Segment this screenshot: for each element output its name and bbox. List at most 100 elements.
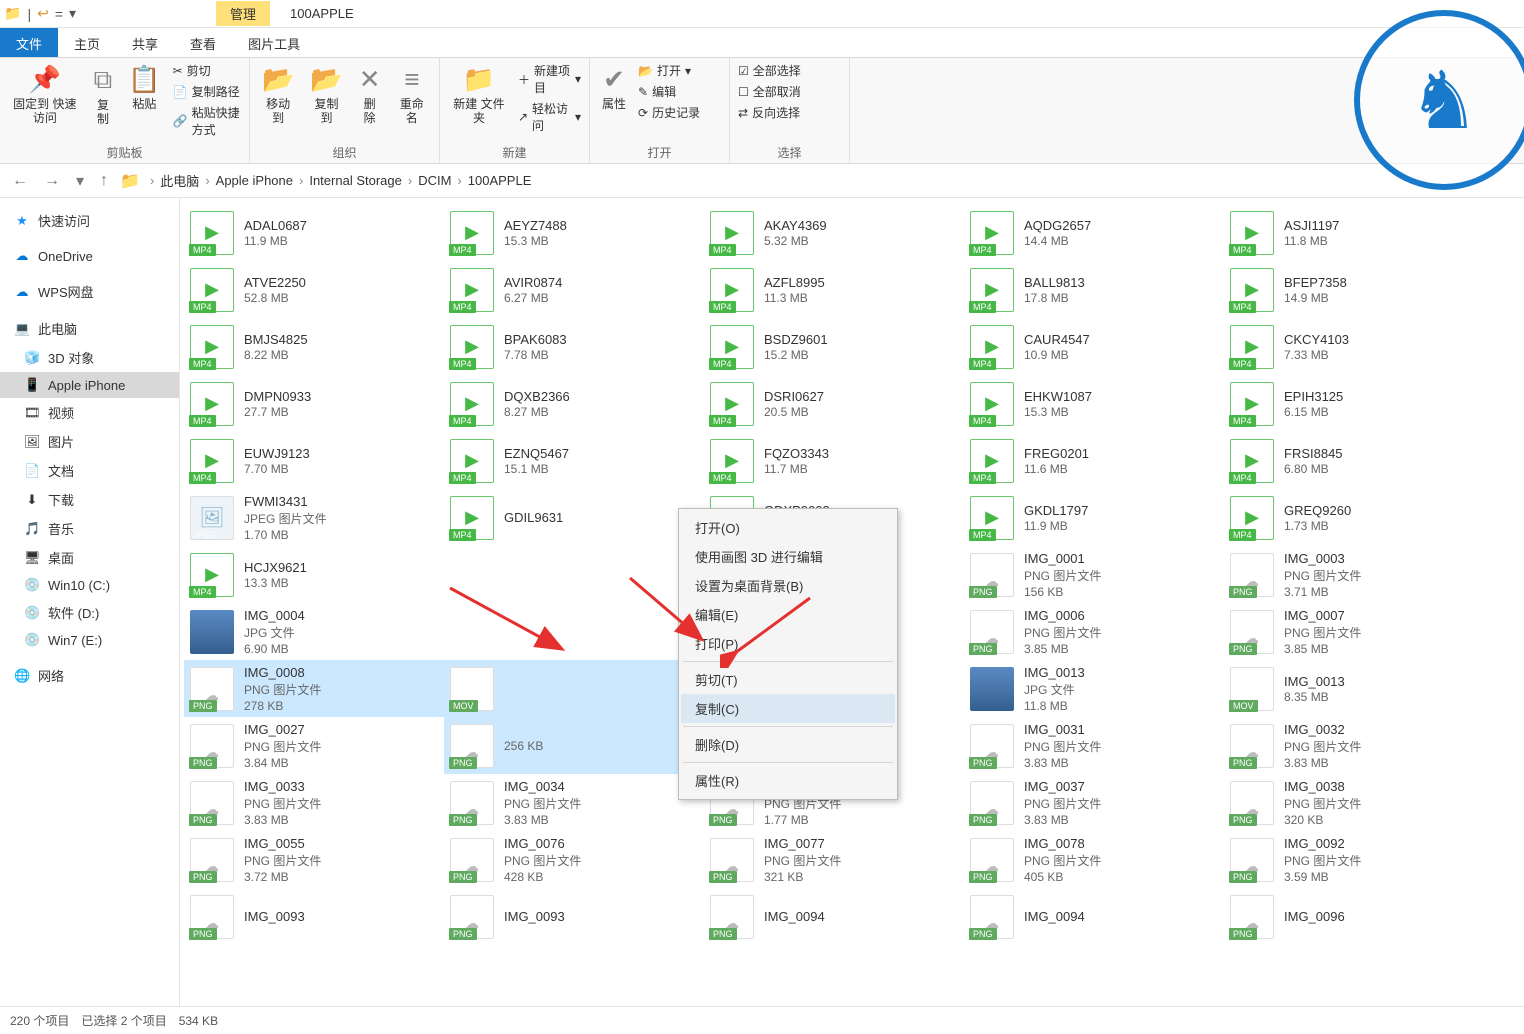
file-item[interactable]: PNG☁IMG_0032PNG 图片文件3.83 MB <box>1224 717 1484 774</box>
nav-forward-icon[interactable]: → <box>40 172 64 190</box>
sidebar-item-10[interactable]: 🎵音乐 <box>0 514 179 543</box>
file-item[interactable]: MP4BALL981317.8 MB <box>964 261 1224 318</box>
select-all-button[interactable]: ☑全部选择 <box>738 62 801 79</box>
edit-button[interactable]: ✎编辑 <box>638 83 700 100</box>
ctx-set-bg[interactable]: 设置为桌面背景(B) <box>681 571 895 600</box>
ctx-edit3d[interactable]: 使用画图 3D 进行编辑 <box>681 542 895 571</box>
file-item[interactable]: PNG☁IMG_0007PNG 图片文件3.85 MB <box>1224 603 1484 660</box>
sidebar-item-0[interactable]: ★快速访问 <box>0 206 179 235</box>
file-item[interactable]: MP4EPIH31256.15 MB <box>1224 375 1484 432</box>
file-item[interactable]: PNG☁IMG_0038PNG 图片文件320 KB <box>1224 774 1484 831</box>
sidebar-item-4[interactable]: 🧊3D 对象 <box>0 343 179 372</box>
ctx-cut[interactable]: 剪切(T) <box>681 665 895 694</box>
file-item[interactable]: MP4DQXB23668.27 MB <box>444 375 704 432</box>
ctx-open[interactable]: 打开(O) <box>681 513 895 542</box>
file-item[interactable]: MP4BPAK60837.78 MB <box>444 318 704 375</box>
file-item[interactable]: MP4CKCY41037.33 MB <box>1224 318 1484 375</box>
file-item[interactable]: MP4BFEP735814.9 MB <box>1224 261 1484 318</box>
move-to-button[interactable]: 📂移动到 <box>258 62 298 128</box>
easy-access-button[interactable]: ↗轻松访问▾ <box>518 100 581 134</box>
nav-back-icon[interactable]: ← <box>8 172 32 190</box>
file-item[interactable]: PNG☁IMG_0001PNG 图片文件156 KB <box>964 546 1224 603</box>
file-item[interactable]: MP4ATVE225052.8 MB <box>184 261 444 318</box>
file-item[interactable]: MP4DSRI062720.5 MB <box>704 375 964 432</box>
file-item[interactable]: PNG☁IMG_0055PNG 图片文件3.72 MB <box>184 831 444 888</box>
file-item[interactable]: MP4EHKW108715.3 MB <box>964 375 1224 432</box>
file-item[interactable]: PNG☁IMG_0096 <box>1224 888 1484 945</box>
breadcrumb-seg-2[interactable]: Internal Storage <box>309 173 402 188</box>
tab-share[interactable]: 共享 <box>116 28 174 57</box>
file-item[interactable]: MP4ADAL068711.9 MB <box>184 204 444 261</box>
file-item[interactable]: IMG_0013JPG 文件11.8 MB <box>964 660 1224 717</box>
ctx-print[interactable]: 打印(P) <box>681 629 895 658</box>
undo-icon[interactable]: ↩ <box>37 5 49 22</box>
invert-selection-button[interactable]: ⇄反向选择 <box>738 104 801 121</box>
open-button[interactable]: 📂打开▾ <box>638 62 700 79</box>
breadcrumb-seg-4[interactable]: 100APPLE <box>468 173 532 188</box>
file-item[interactable]: MOV <box>444 660 704 717</box>
file-item[interactable]: PNG☁IMG_0031PNG 图片文件3.83 MB <box>964 717 1224 774</box>
paste-button[interactable]: 📋粘贴 <box>124 62 164 113</box>
ctx-edit[interactable]: 编辑(E) <box>681 600 895 629</box>
sidebar-item-8[interactable]: 📄文档 <box>0 456 179 485</box>
tab-home[interactable]: 主页 <box>58 28 116 57</box>
file-item[interactable]: MP4CAUR454710.9 MB <box>964 318 1224 375</box>
sidebar-item-3[interactable]: 💻此电脑 <box>0 314 179 343</box>
file-item[interactable]: MP4FQZO334311.7 MB <box>704 432 964 489</box>
sidebar-item-11[interactable]: 🖥桌面 <box>0 543 179 572</box>
sidebar-item-1[interactable]: ☁OneDrive <box>0 243 179 269</box>
new-folder-button[interactable]: 📁新建 文件夹 <box>448 62 510 128</box>
file-item[interactable]: MP4FREG020111.6 MB <box>964 432 1224 489</box>
file-item[interactable]: IMG_0004JPG 文件6.90 MB <box>184 603 444 660</box>
file-item[interactable]: MP4EZNQ546715.1 MB <box>444 432 704 489</box>
file-item[interactable]: MP4GDIL9631 <box>444 489 704 546</box>
file-item[interactable]: PNG☁IMG_0076PNG 图片文件428 KB <box>444 831 704 888</box>
sidebar-item-14[interactable]: 💿Win7 (E:) <box>0 627 179 653</box>
copy-button[interactable]: ⧉复制 <box>90 62 117 129</box>
file-item[interactable]: PNG☁IMG_0003PNG 图片文件3.71 MB <box>1224 546 1484 603</box>
redo-icon[interactable]: = <box>55 6 63 22</box>
file-item[interactable]: PNG☁IMG_0006PNG 图片文件3.85 MB <box>964 603 1224 660</box>
copy-to-button[interactable]: 📂复制到 <box>306 62 346 128</box>
file-item[interactable]: MP4GREQ92601.73 MB <box>1224 489 1484 546</box>
history-button[interactable]: ⟳历史记录 <box>638 104 700 121</box>
nav-up-icon[interactable]: ↑ <box>96 172 112 190</box>
delete-button[interactable]: ✕删除 <box>355 62 385 128</box>
file-item[interactable]: MP4BMJS48258.22 MB <box>184 318 444 375</box>
file-item[interactable]: MP4GKDL179711.9 MB <box>964 489 1224 546</box>
file-item[interactable]: PNG☁IMG_0027PNG 图片文件3.84 MB <box>184 717 444 774</box>
file-item[interactable]: MP4EUWJ91237.70 MB <box>184 432 444 489</box>
nav-recent-icon[interactable]: ▾ <box>72 171 88 191</box>
copy-path-button[interactable]: 📄复制路径 <box>173 83 241 100</box>
file-item[interactable]: MP4AZFL899511.3 MB <box>704 261 964 318</box>
file-item[interactable]: PNG☁IMG_0092PNG 图片文件3.59 MB <box>1224 831 1484 888</box>
file-item[interactable]: MP4AEYZ748815.3 MB <box>444 204 704 261</box>
breadcrumb-seg-1[interactable]: Apple iPhone <box>216 173 293 188</box>
file-item[interactable]: JPEGFWMI3431JPEG 图片文件1.70 MB <box>184 489 444 546</box>
sidebar-item-2[interactable]: ☁WPS网盘 <box>0 277 179 306</box>
file-item[interactable]: PNG☁256 KB <box>444 717 704 774</box>
file-item[interactable]: PNG☁IMG_0034PNG 图片文件3.83 MB <box>444 774 704 831</box>
rename-button[interactable]: ≡重命名 <box>393 62 431 128</box>
cut-button[interactable]: ✂剪切 <box>173 62 241 79</box>
sidebar-item-6[interactable]: 🎞视频 <box>0 398 179 427</box>
tab-view[interactable]: 查看 <box>174 28 232 57</box>
sidebar-item-13[interactable]: 💿软件 (D:) <box>0 598 179 627</box>
paste-shortcut-button[interactable]: 🔗粘贴快捷方式 <box>173 104 241 138</box>
file-item[interactable]: MP4AKAY43695.32 MB <box>704 204 964 261</box>
sidebar-item-15[interactable]: 🌐网络 <box>0 661 179 690</box>
file-item[interactable]: PNG☁IMG_0077PNG 图片文件321 KB <box>704 831 964 888</box>
ctx-copy[interactable]: 复制(C) <box>681 694 895 723</box>
properties-button[interactable]: ✔属性 <box>598 62 630 113</box>
file-item[interactable]: PNG☁IMG_0078PNG 图片文件405 KB <box>964 831 1224 888</box>
file-item[interactable]: MP4DMPN093327.7 MB <box>184 375 444 432</box>
file-item[interactable]: MP4HCJX962113.3 MB <box>184 546 444 603</box>
tab-file[interactable]: 文件 <box>0 28 58 57</box>
file-item[interactable]: MP4AVIR08746.27 MB <box>444 261 704 318</box>
qat-more[interactable]: ▾ <box>69 5 76 22</box>
ctx-properties[interactable]: 属性(R) <box>681 766 895 795</box>
breadcrumb-seg-0[interactable]: 此电脑 <box>160 171 199 190</box>
new-item-button[interactable]: ＋新建项目▾ <box>518 62 581 96</box>
sidebar-item-7[interactable]: 🖼图片 <box>0 427 179 456</box>
file-item[interactable]: MP4ASJI119711.8 MB <box>1224 204 1484 261</box>
